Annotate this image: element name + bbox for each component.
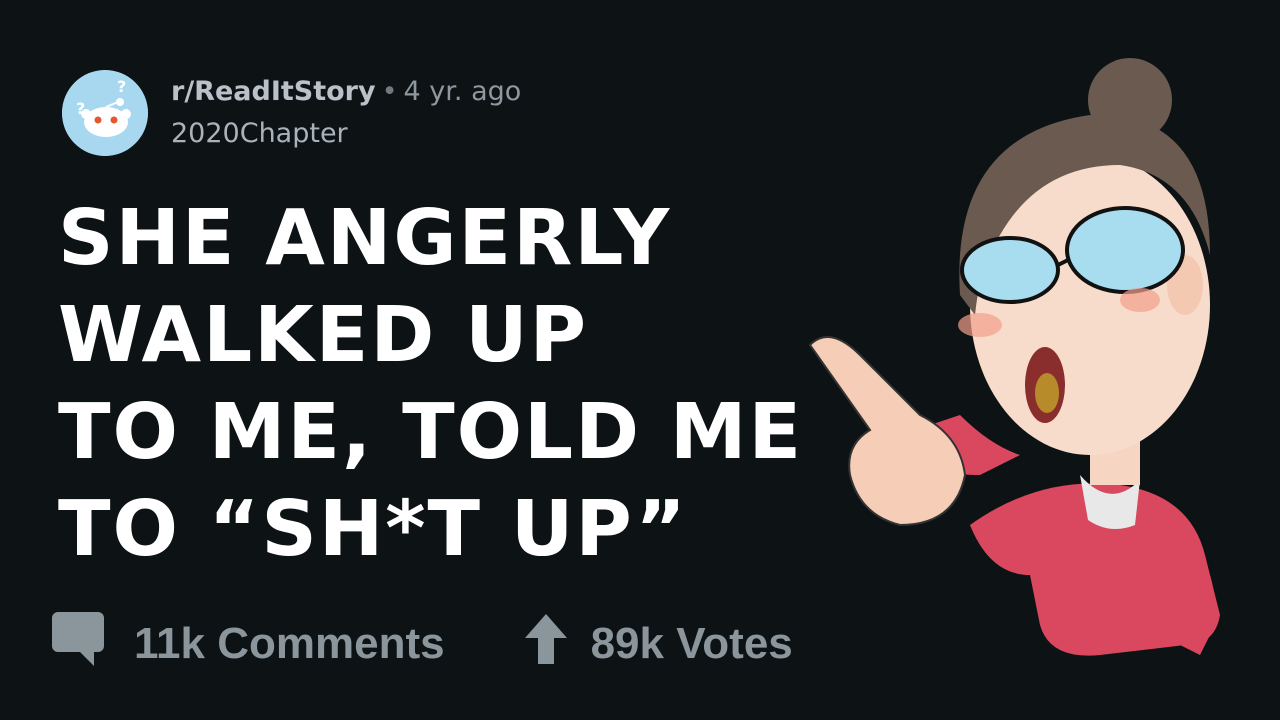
svg-text:?: ? (117, 77, 126, 96)
votes-count[interactable]: 89k Votes (591, 619, 793, 669)
reddit-snoo-icon: ? ? (62, 70, 148, 156)
comments-count[interactable]: 11k Comments (134, 619, 445, 669)
post-meta: r/ReadItStory • 4 yr. ago (171, 76, 521, 107)
title-line: TO ME, TOLD ME (58, 388, 804, 477)
angry-woman-illustration (790, 55, 1250, 675)
title-line: WALKED UP (58, 291, 589, 380)
comment-bubble-icon[interactable] (50, 610, 106, 679)
meta-separator: • (381, 76, 398, 107)
post-title[interactable]: SHE ANGERLY WALKED UP TO ME, TOLD ME TO … (58, 190, 818, 578)
post-age: 4 yr. ago (403, 76, 522, 107)
subreddit-avatar[interactable]: ? ? (62, 70, 148, 156)
post-stats: 11k Comments 89k Votes (50, 610, 793, 679)
upvote-arrow-icon[interactable] (523, 612, 569, 677)
subreddit-link[interactable]: r/ReadItStory (171, 76, 376, 107)
title-line: SHE ANGERLY (58, 194, 672, 283)
title-line: TO “SH*T UP” (58, 485, 688, 574)
author-link[interactable]: 2020Chapter (171, 118, 348, 149)
